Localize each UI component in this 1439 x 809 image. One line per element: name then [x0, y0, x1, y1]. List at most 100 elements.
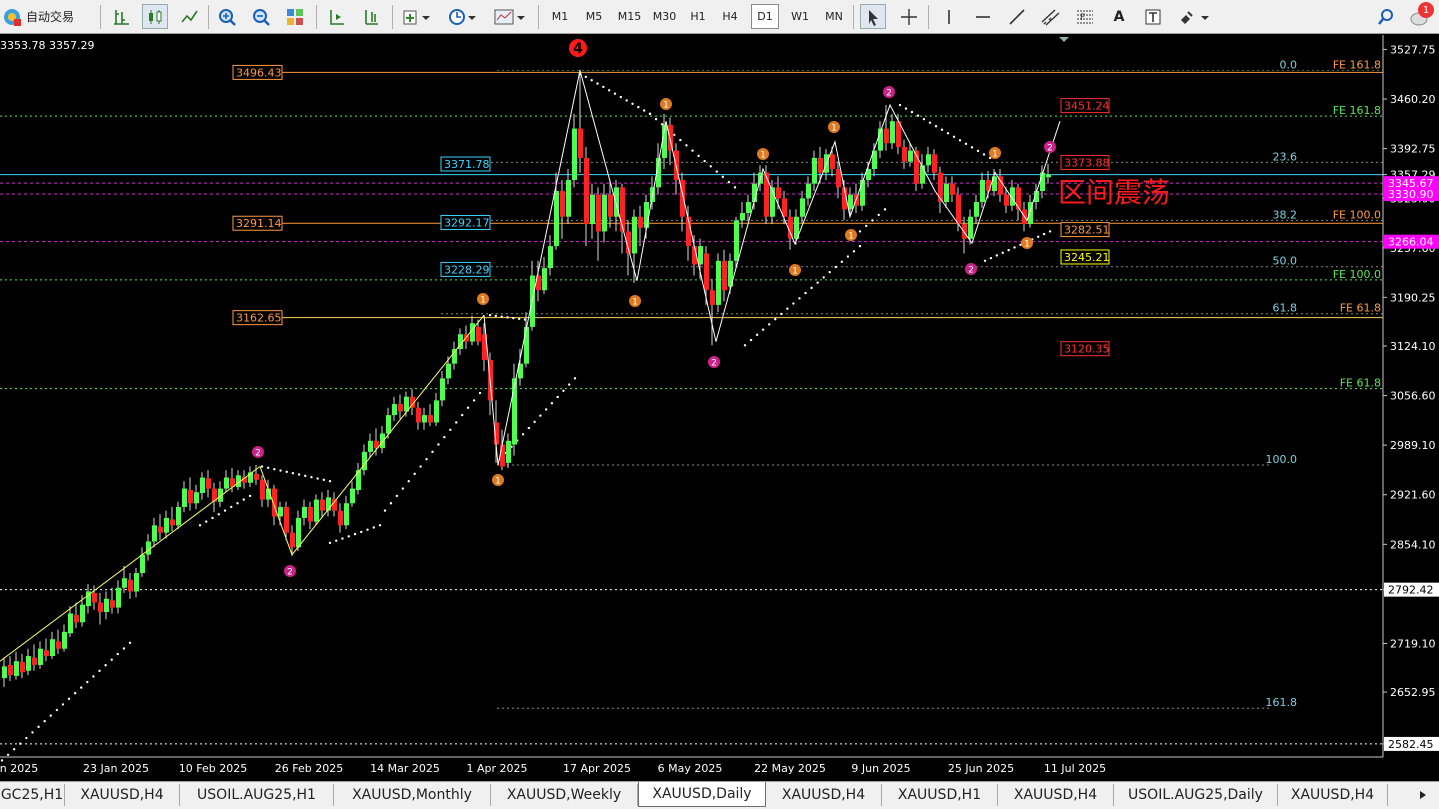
fibonacci-button[interactable]: F	[1072, 4, 1098, 29]
candle-body	[32, 657, 37, 665]
sar-dot	[37, 725, 40, 729]
sar-dot	[360, 530, 363, 534]
wave-marker-label: 1	[992, 150, 998, 160]
sar-dot	[673, 133, 676, 137]
fe-level-label: FE 161.8	[1333, 59, 1381, 72]
indicators-button[interactable]	[398, 4, 436, 29]
price-tag-label: 3330.90	[1388, 188, 1434, 201]
wave-4-label: 4	[573, 41, 583, 57]
sar-dot	[691, 149, 694, 152]
auto-trading-button[interactable]: 自动交易	[2, 4, 92, 29]
sar-dot	[613, 92, 617, 95]
chart-tab[interactable]: GC25,H1	[0, 784, 65, 806]
cursor-icon	[869, 9, 878, 26]
timeframe-m1-button[interactable]: M1	[545, 4, 575, 29]
candle-body	[338, 510, 343, 526]
candle-body	[800, 198, 805, 217]
trendline-button[interactable]	[1004, 4, 1030, 29]
candle-body	[578, 128, 583, 158]
chart-tab[interactable]: XAUUSD,H4	[766, 784, 882, 806]
timeframe-h4-button[interactable]: H4	[716, 4, 744, 29]
timeframe-m15-button[interactable]: M15	[614, 4, 645, 29]
candle-body	[284, 506, 289, 533]
sar-dot	[995, 254, 999, 257]
timeframe-m5-button[interactable]: M5	[579, 4, 609, 29]
price-chart[interactable]: 0.0 23.6 38.2 50.0 61.8 100.0 161.8 FE 161.8 FE …	[0, 35, 1439, 779]
timeframe-d1-button[interactable]: D1	[751, 4, 779, 29]
horizontal-line-button[interactable]	[970, 4, 996, 29]
chart-tab[interactable]: USOIL.AUG25,H1	[180, 784, 334, 806]
sar-dot	[517, 317, 521, 321]
sar-dot	[378, 524, 382, 527]
timeframe-m30-button[interactable]: M30	[649, 4, 680, 29]
shapes-button[interactable]	[1174, 4, 1214, 29]
wave-marker-label: 2	[287, 568, 293, 578]
chart-tab[interactable]: XAUUSD,Weekly	[491, 784, 638, 806]
date-tick-label: Jan 2025	[0, 762, 38, 775]
candlestick-button[interactable]	[142, 4, 168, 29]
crosshair-button[interactable]	[896, 4, 922, 29]
candle-body	[944, 183, 949, 203]
candle-body	[572, 128, 577, 180]
text-tool-button[interactable]: A	[1106, 4, 1132, 29]
line-chart-button[interactable]	[176, 4, 202, 29]
zoom-out-button[interactable]	[248, 4, 274, 29]
price-box-right-label: 3373.88	[1064, 156, 1110, 169]
sar-dot	[804, 291, 807, 295]
fibonacci-icon: F	[1077, 10, 1093, 23]
chart-tab[interactable]: XAUUSD,Monthly	[334, 784, 491, 806]
sar-dot	[12, 748, 16, 751]
auto-scroll-icon	[365, 9, 378, 25]
sar-dot	[940, 128, 944, 131]
search-icon	[1378, 8, 1393, 25]
candle-body	[938, 172, 943, 203]
tile-windows-button[interactable]	[282, 4, 308, 29]
sar-dot	[316, 477, 319, 480]
cursor-button[interactable]	[860, 4, 886, 29]
chart-tab[interactable]: USOIL.AUG25,Daily	[1114, 784, 1278, 806]
sar-dot	[128, 641, 132, 645]
sar-dot	[550, 402, 554, 405]
price-tick-label: 2921.60	[1390, 489, 1436, 502]
sar-dot	[964, 142, 968, 146]
chart-tab[interactable]: XAUUSD,H1	[882, 784, 998, 806]
chart-tab[interactable]: XAUUSD,Daily	[638, 782, 766, 807]
candle-body	[860, 179, 865, 206]
sar-dot	[685, 144, 688, 147]
sar-dot	[871, 219, 874, 222]
range-oscillation-annotation: 区间震荡	[1058, 176, 1170, 209]
chevron-right-icon	[1420, 791, 1426, 799]
chart-shift-button[interactable]	[324, 4, 350, 29]
sar-dot	[786, 307, 789, 310]
sar-dot	[590, 78, 593, 82]
timeframe-h1-button[interactable]: H1	[684, 4, 712, 29]
candle-body	[74, 614, 79, 623]
timeframe-mn-button[interactable]: MN	[819, 4, 849, 29]
auto-scroll-button[interactable]	[358, 4, 384, 29]
vertical-line-button[interactable]	[936, 4, 962, 29]
equidistant-channel-button[interactable]	[1038, 4, 1064, 29]
zoom-in-button[interactable]	[214, 4, 240, 29]
timeframe-w1-button[interactable]: W1	[785, 4, 815, 29]
ohlc-info: 3353.78 3357.29	[0, 39, 94, 52]
search-button[interactable]	[1374, 4, 1398, 29]
sar-dot	[521, 433, 525, 436]
sar-dot	[527, 426, 531, 430]
sar-dot	[721, 175, 725, 179]
candle-body	[296, 517, 301, 548]
chart-tab[interactable]: XAUUSD,H4	[998, 784, 1114, 806]
sar-dot	[92, 675, 95, 678]
candle-body	[146, 541, 151, 555]
sar-dot	[877, 213, 880, 217]
text-label-button[interactable]	[1140, 4, 1166, 29]
sar-dot	[733, 186, 737, 189]
chart-tab[interactable]: XAUUSD,H4	[65, 784, 180, 806]
templates-button[interactable]	[490, 4, 530, 29]
candle-body	[890, 121, 895, 144]
sar-dot	[958, 139, 962, 142]
chart-tab[interactable]: XAUUSD,H4	[1278, 784, 1388, 806]
periods-button[interactable]	[444, 4, 482, 29]
tabs-scroll-right-button[interactable]	[1408, 784, 1438, 806]
bar-chart-button[interactable]	[108, 4, 134, 29]
auto-trading-icon	[4, 8, 21, 26]
